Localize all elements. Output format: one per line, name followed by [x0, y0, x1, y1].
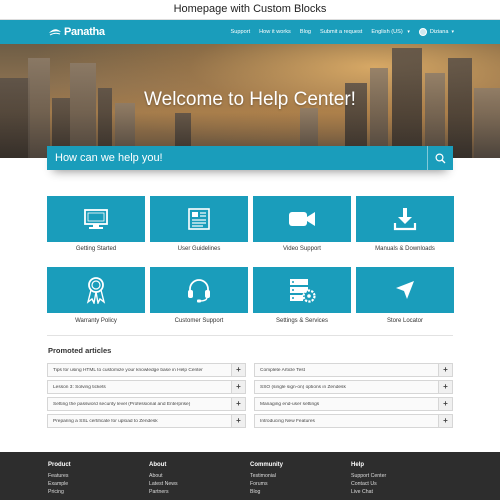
- footer-heading: About: [149, 462, 167, 468]
- search-bar: [47, 146, 453, 170]
- video-camera-icon: [289, 212, 315, 226]
- category-tile-manuals-downloads[interactable]: [356, 196, 454, 242]
- location-arrow-icon: [396, 281, 414, 299]
- nav-links: Support How it works Blog Submit a reque…: [222, 20, 454, 44]
- article-title: Complete Article Test: [260, 367, 305, 373]
- category-tile-warranty-policy[interactable]: [47, 267, 145, 313]
- top-navbar: Panatha Support How it works Blog Submit…: [0, 20, 500, 44]
- footer-link[interactable]: Blog: [250, 488, 283, 496]
- category-label: User Guidelines: [177, 246, 221, 252]
- hero-banner: Welcome to Help Center!: [0, 44, 500, 158]
- promoted-article-item[interactable]: Lesson 3: Solving tickets +: [47, 380, 246, 394]
- expand-plus-icon[interactable]: +: [231, 415, 245, 427]
- expand-plus-icon[interactable]: +: [231, 381, 245, 393]
- expand-plus-icon[interactable]: +: [438, 398, 452, 410]
- article-title: Managing end-user settings: [260, 401, 320, 407]
- category-label: Store Locator: [386, 318, 424, 324]
- article-title: Introducing New Features: [260, 418, 315, 424]
- category-label: Getting Started: [75, 246, 117, 252]
- category-label: Settings & Services: [275, 318, 329, 324]
- category-label: Video Support: [283, 246, 321, 252]
- search-icon: [435, 152, 446, 163]
- category-tile-getting-started[interactable]: [47, 196, 145, 242]
- footer-link[interactable]: Latest News: [149, 480, 178, 488]
- footer-link[interactable]: Contact Us: [351, 480, 386, 488]
- footer-link[interactable]: Testimonial: [250, 472, 283, 480]
- footer-link[interactable]: Pricing: [48, 488, 71, 496]
- expand-plus-icon[interactable]: +: [438, 381, 452, 393]
- footer-column-help: Help Support Center Contact Us Live Chat: [351, 462, 386, 496]
- nav-support-link[interactable]: Support: [231, 29, 251, 35]
- hero-title: Welcome to Help Center!: [144, 89, 356, 110]
- promoted-article-item[interactable]: Setting the password security level (Pro…: [47, 397, 246, 411]
- language-selector[interactable]: English (US) ▾: [371, 29, 409, 35]
- monitor-icon: [84, 209, 108, 229]
- document-icon: [188, 208, 210, 230]
- category-tile-user-guidelines[interactable]: [150, 196, 248, 242]
- page-caption: Homepage with Custom Blocks: [0, 0, 500, 20]
- headset-icon: [188, 279, 210, 303]
- award-ribbon-icon: [86, 277, 106, 304]
- promoted-articles-title: Promoted articles: [48, 346, 112, 355]
- footer-heading: Community: [250, 462, 283, 468]
- category-tile-video-support[interactable]: [253, 196, 351, 242]
- nav-blog-link[interactable]: Blog: [300, 29, 311, 35]
- footer-column-product: Product Features Example Pricing: [48, 462, 71, 496]
- article-title: Preparing a SSL certificate for upload t…: [53, 418, 158, 424]
- footer-heading: Help: [351, 462, 365, 468]
- footer-column-about: About About Latest News Partners: [149, 462, 178, 496]
- footer-link[interactable]: Live Chat: [351, 488, 386, 496]
- promoted-article-item[interactable]: SSO (single sign-on) options in Zendesk …: [254, 380, 453, 394]
- section-divider: [47, 335, 453, 336]
- user-menu[interactable]: Diziana ▾: [418, 28, 454, 36]
- expand-plus-icon[interactable]: +: [438, 415, 452, 427]
- footer-link[interactable]: Partners: [149, 488, 178, 496]
- site-footer: Product Features Example Pricing About A…: [0, 452, 500, 500]
- server-settings-icon: [290, 279, 316, 303]
- brand-logo[interactable]: Panatha: [48, 24, 105, 40]
- promoted-article-item[interactable]: Preparing a SSL certificate for upload t…: [47, 414, 246, 428]
- category-tile-customer-support[interactable]: [150, 267, 248, 313]
- chevron-down-icon: ▾: [407, 29, 410, 35]
- promoted-article-item[interactable]: Managing end-user settings +: [254, 397, 453, 411]
- chevron-down-icon: ▾: [451, 29, 454, 35]
- footer-heading: Product: [48, 462, 71, 468]
- article-title: Setting the password security level (Pro…: [53, 401, 191, 407]
- footer-link[interactable]: Support Center: [351, 472, 386, 480]
- logo-mark-icon: [49, 29, 61, 36]
- expand-plus-icon[interactable]: +: [231, 398, 245, 410]
- footer-link[interactable]: About: [149, 472, 178, 480]
- promoted-article-item[interactable]: Complete Article Test +: [254, 363, 453, 377]
- expand-plus-icon[interactable]: +: [438, 364, 452, 376]
- footer-column-community: Community Testimonial Forums Blog: [250, 462, 283, 496]
- city-building: [370, 68, 388, 158]
- footer-link[interactable]: Forums: [250, 480, 283, 488]
- nav-how-it-works-link[interactable]: How it works: [259, 29, 291, 35]
- article-title: Tips for using HTML to customize your kn…: [53, 367, 203, 373]
- article-title: Lesson 3: Solving tickets: [53, 384, 106, 390]
- search-button[interactable]: [427, 146, 453, 170]
- expand-plus-icon[interactable]: +: [231, 364, 245, 376]
- language-label: English (US): [371, 29, 403, 35]
- search-input[interactable]: [47, 146, 427, 170]
- category-label: Warranty Policy: [75, 318, 117, 324]
- user-name: Diziana: [429, 29, 449, 35]
- avatar: [418, 28, 427, 36]
- nav-submit-request-link[interactable]: Submit a request: [320, 29, 362, 35]
- category-tile-store-locator[interactable]: [356, 267, 454, 313]
- brand-name: Panatha: [64, 26, 105, 38]
- category-label: Manuals & Downloads: [375, 246, 435, 252]
- article-title: SSO (single sign-on) options in Zendesk: [260, 384, 346, 390]
- category-label: Customer Support: [174, 318, 224, 324]
- category-tile-settings-services[interactable]: [253, 267, 351, 313]
- footer-link[interactable]: Example: [48, 480, 71, 488]
- promoted-article-item[interactable]: Introducing New Features +: [254, 414, 453, 428]
- promoted-article-item[interactable]: Tips for using HTML to customize your kn…: [47, 363, 246, 377]
- footer-link[interactable]: Features: [48, 472, 71, 480]
- download-icon: [393, 208, 417, 231]
